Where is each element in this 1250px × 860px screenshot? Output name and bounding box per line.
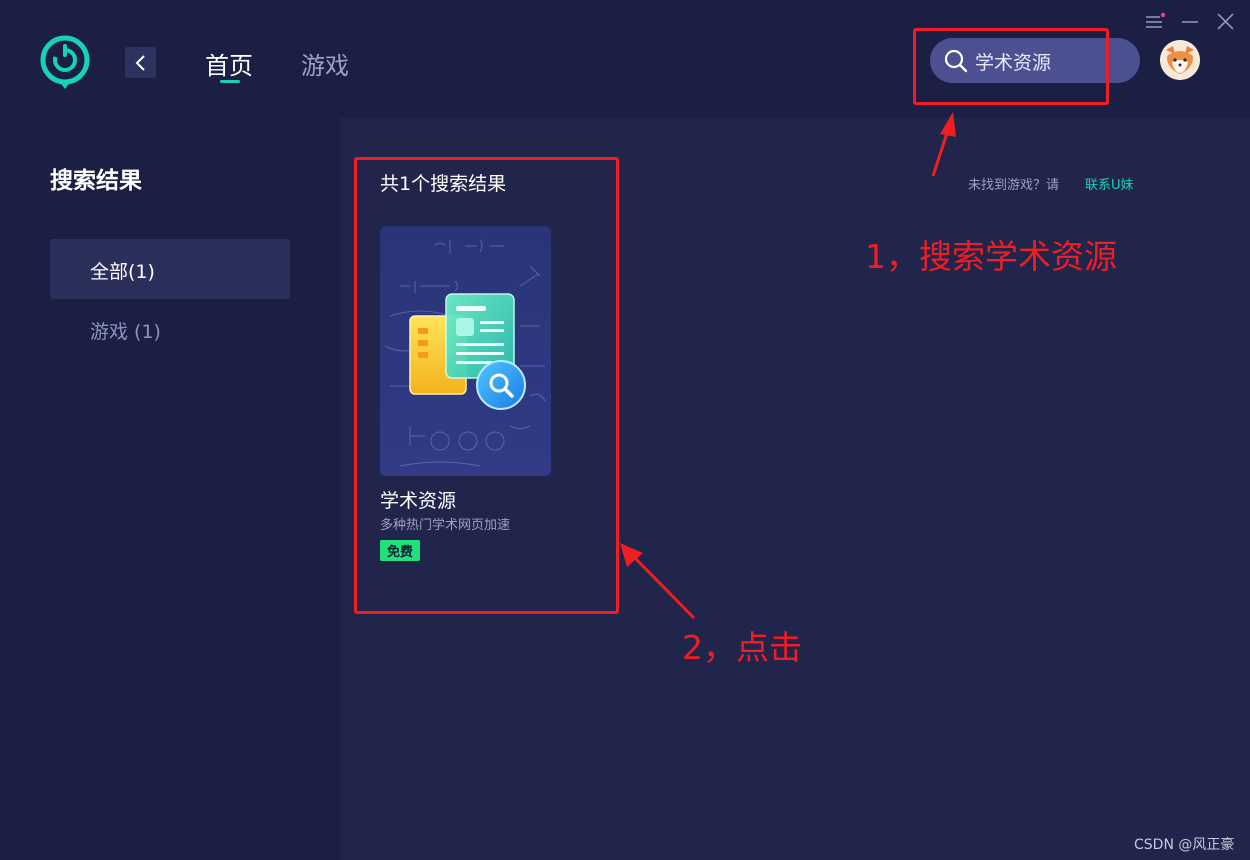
annotation-step-2: 2，点击 [682, 628, 802, 667]
watermark: CSDN @风正豪 [1134, 837, 1235, 853]
annotation-step-1: 1，搜索学术资源 [865, 237, 1117, 276]
annotation-arrows [620, 112, 956, 620]
